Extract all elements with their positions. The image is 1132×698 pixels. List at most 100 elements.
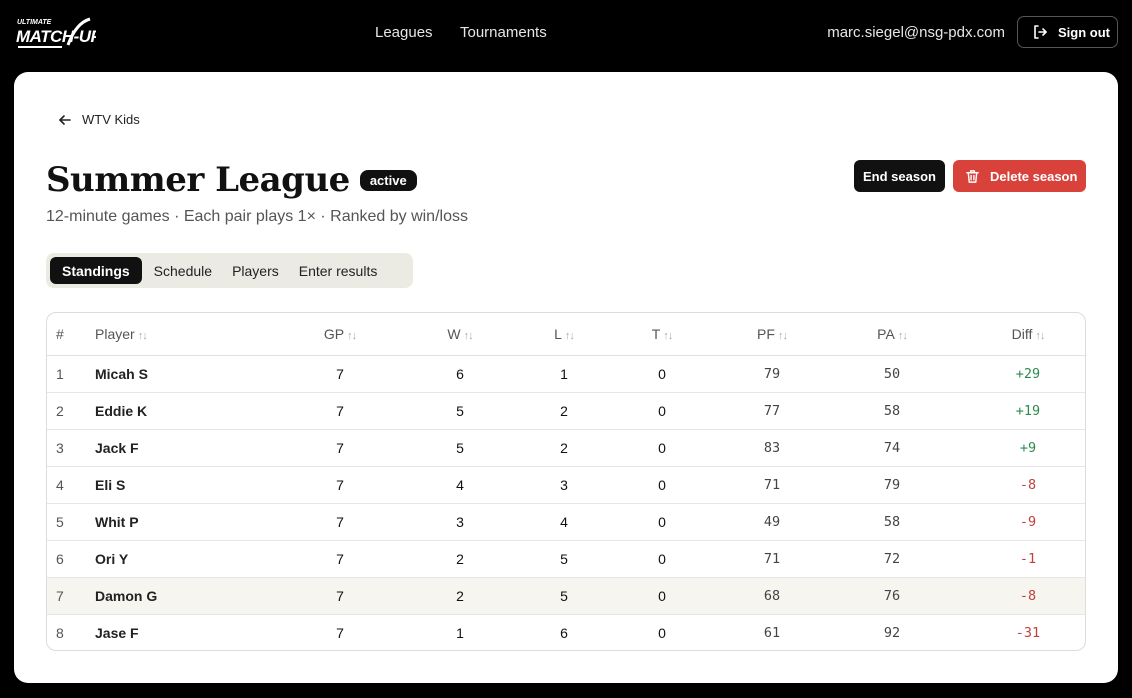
col-rank-label: #	[56, 325, 64, 342]
cell-w: 3	[385, 503, 535, 541]
tab-bar: Standings Schedule Players Enter results	[46, 253, 413, 288]
cell-pf: 61	[763, 624, 781, 641]
app-logo[interactable]: ULTIMATE MATCH-UP	[16, 15, 96, 51]
top-nav: ULTIMATE MATCH-UP Leagues Tournaments ma…	[0, 0, 1132, 64]
cell-l: 4	[535, 503, 593, 541]
nav-leagues[interactable]: Leagues	[375, 24, 433, 41]
delete-season-label: Delete season	[990, 168, 1078, 184]
cell-l: 5	[535, 577, 593, 615]
cell-player: Eli S	[95, 466, 295, 504]
back-link[interactable]: WTV Kids	[58, 112, 140, 127]
cell-t: 0	[593, 577, 731, 615]
tab-standings[interactable]: Standings	[50, 257, 142, 284]
cell-player: Eddie K	[95, 392, 295, 430]
cell-t: 0	[593, 392, 731, 430]
cell-gp: 7	[295, 355, 385, 393]
tab-players[interactable]: Players	[224, 257, 287, 284]
cell-pf: 77	[731, 392, 813, 430]
delete-season-button[interactable]: Delete season	[953, 160, 1086, 192]
table-row[interactable]: 4 Eli S 7 4 3 0 71 79 -8	[47, 466, 1085, 504]
sort-icon: ↑↓	[564, 329, 575, 342]
col-w[interactable]: W ↑↓	[385, 313, 535, 356]
cell-l: 2	[535, 392, 593, 430]
col-t[interactable]: T ↑↓	[593, 313, 731, 356]
cell-diff: +9	[971, 429, 1085, 467]
table-row[interactable]: 6 Ori Y 7 2 5 0 71 72 -1	[47, 540, 1085, 578]
tab-schedule[interactable]: Schedule	[146, 257, 220, 284]
cell-l: 3	[535, 466, 593, 504]
col-pa-label: PA	[877, 325, 895, 342]
table-row[interactable]: 2 Eddie K 7 5 2 0 77 58 +19	[47, 392, 1085, 430]
table-row[interactable]: 8 Jase F 7 1 6 0 61 92 -31	[47, 614, 1085, 650]
col-diff[interactable]: Diff ↑↓	[971, 313, 1085, 356]
sort-icon: ↑↓	[777, 329, 788, 342]
table-row[interactable]: 1 Micah S 7 6 1 0 79 50 +29	[47, 355, 1085, 393]
cell-l: 5	[535, 540, 593, 578]
sort-icon: ↑↓	[1035, 329, 1045, 342]
cell-player: Jase F	[95, 624, 139, 641]
cell-diff: -9	[971, 503, 1085, 541]
sort-icon: ↑↓	[897, 329, 908, 342]
cell-pf: 79	[731, 355, 813, 393]
sign-out-icon	[1034, 25, 1047, 39]
cell-player: Ori Y	[95, 540, 295, 578]
cell-gp: 7	[295, 540, 385, 578]
cell-pf: 71	[731, 540, 813, 578]
cell-w: 4	[385, 466, 535, 504]
cell-pa: 74	[813, 429, 971, 467]
col-pf[interactable]: PF ↑↓	[731, 313, 813, 356]
cell-pf: 68	[731, 577, 813, 615]
nav-tournaments[interactable]: Tournaments	[460, 24, 547, 41]
col-gp[interactable]: GP ↑↓	[295, 313, 385, 356]
col-l[interactable]: L ↑↓	[535, 313, 593, 356]
cell-t: 0	[593, 466, 731, 504]
cell-rank: 7	[47, 577, 95, 615]
sign-out-button[interactable]: Sign out	[1017, 16, 1118, 48]
cell-pa: 92	[883, 624, 901, 641]
table-row[interactable]: 7 Damon G 7 2 5 0 68 76 -8	[47, 577, 1085, 615]
cell-player: Damon G	[95, 577, 295, 615]
cell-t: 0	[658, 624, 666, 641]
cell-player: Whit P	[95, 503, 295, 541]
cell-w: 2	[385, 577, 535, 615]
cell-w: 5	[385, 392, 535, 430]
cell-pf: 83	[731, 429, 813, 467]
cell-diff: +29	[971, 355, 1085, 393]
col-player-label: Player	[95, 325, 135, 342]
status-badge: active	[359, 169, 417, 191]
cell-gp: 7	[295, 577, 385, 615]
table-row[interactable]: 3 Jack F 7 5 2 0 83 74 +9	[47, 429, 1085, 467]
cell-w: 1	[456, 624, 464, 641]
cell-rank: 4	[47, 466, 95, 504]
col-player[interactable]: Player ↑↓	[95, 313, 295, 356]
table-row[interactable]: 5 Whit P 7 3 4 0 49 58 -9	[47, 503, 1085, 541]
cell-rank: 8	[56, 624, 64, 641]
sort-icon: ↑↓	[463, 329, 474, 342]
cell-diff: +19	[971, 392, 1085, 430]
cell-l: 1	[535, 355, 593, 393]
col-t-label: T	[651, 325, 661, 342]
cell-pf: 71	[731, 466, 813, 504]
cell-l: 6	[560, 624, 568, 641]
cell-diff: -8	[971, 466, 1085, 504]
col-pf-label: PF	[757, 325, 775, 342]
cell-pa: 72	[813, 540, 971, 578]
cell-rank: 1	[47, 355, 95, 393]
tab-enter-results[interactable]: Enter results	[291, 257, 386, 284]
cell-t: 0	[593, 540, 731, 578]
cell-diff: -31	[1015, 624, 1041, 641]
cell-gp: 7	[336, 624, 344, 641]
cell-pa: 50	[813, 355, 971, 393]
cell-gp: 7	[295, 503, 385, 541]
cell-pa: 79	[813, 466, 971, 504]
end-season-button[interactable]: End season	[854, 160, 945, 192]
col-pa[interactable]: PA ↑↓	[813, 313, 971, 356]
user-email: marc.siegel@nsg-pdx.com	[827, 24, 1005, 41]
sign-out-label: Sign out	[1058, 24, 1110, 40]
cell-diff: -1	[971, 540, 1085, 578]
cell-w: 5	[385, 429, 535, 467]
standings-table: # Player ↑↓ GP ↑↓ W ↑↓ L ↑↓ T ↑↓ PF ↑↓ PA ↑↓ Di…	[46, 312, 1086, 651]
arrow-left-icon	[59, 114, 71, 125]
cell-rank: 3	[47, 429, 95, 467]
cell-rank: 2	[47, 392, 95, 430]
